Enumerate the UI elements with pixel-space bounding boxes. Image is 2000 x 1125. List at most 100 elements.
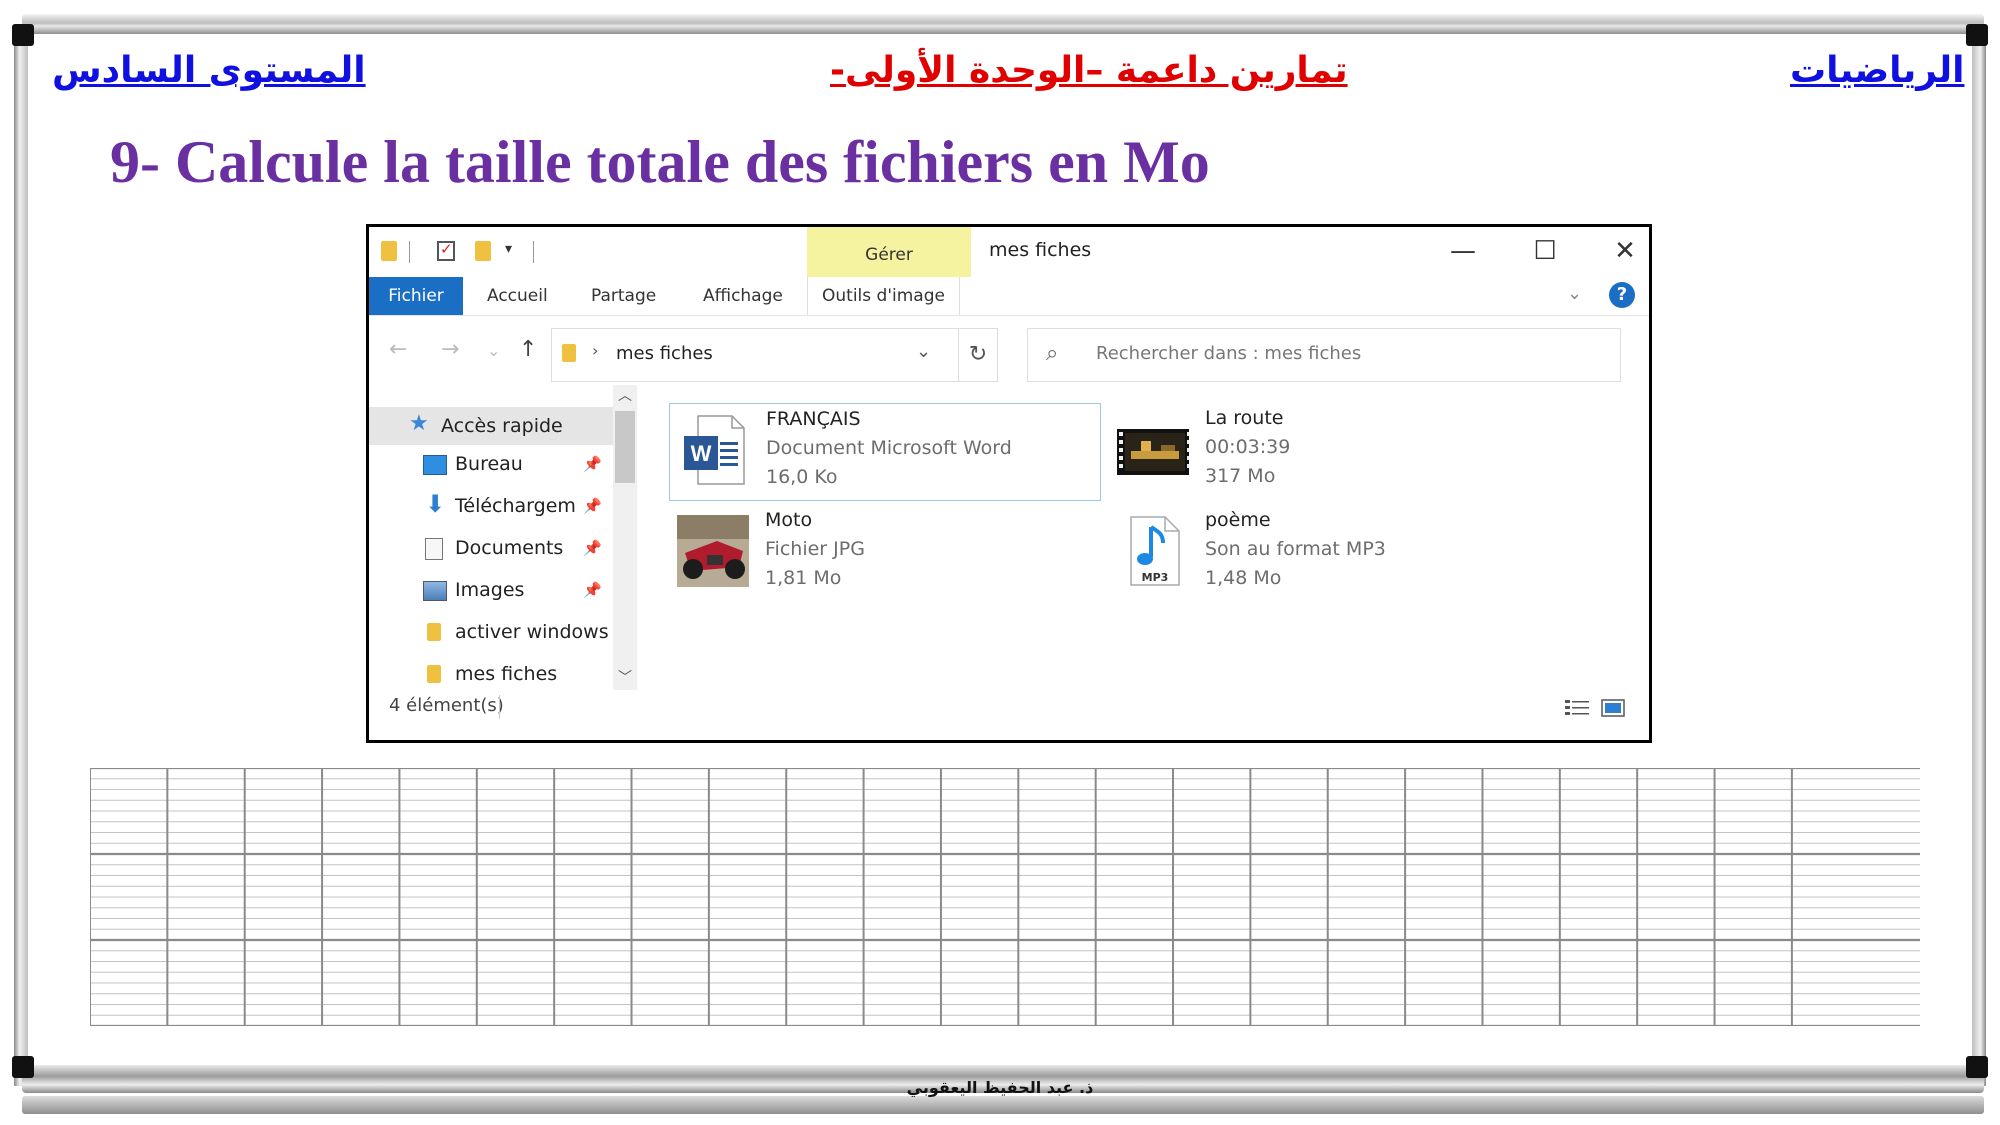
pin-icon[interactable]: 📌 (583, 571, 602, 609)
search-placeholder[interactable]: Rechercher dans : mes fiches (1096, 343, 1361, 364)
recent-locations-chevron-icon[interactable]: ⌄ (487, 341, 500, 360)
download-icon: ⬇ (425, 490, 446, 518)
address-dropdown-icon[interactable]: ⌄ (916, 341, 931, 362)
tab-picture-tools[interactable]: Outils d'image (807, 277, 960, 315)
navigation-scrollbar[interactable]: ︿ ﹀ (613, 385, 637, 690)
quick-access-separator (409, 241, 410, 263)
svg-text:MP3: MP3 (1142, 571, 1169, 584)
file-size: 1,81 Mo (765, 567, 842, 589)
nav-item-folder[interactable]: mes fiches (369, 655, 613, 691)
file-type: Son au format MP3 (1205, 538, 1386, 560)
nav-item-label: Téléchargem (455, 495, 576, 517)
quick-access-separator (533, 241, 534, 263)
help-icon[interactable]: ? (1609, 282, 1635, 308)
tab-manage-context[interactable]: Gérer (807, 227, 971, 277)
svg-text:W: W (691, 441, 712, 466)
title-bar: ▾ Gérer mes fiches — ☐ ✕ (369, 227, 1649, 277)
nav-item-label: Accès rapide (441, 415, 563, 437)
up-arrow-icon[interactable]: ↑ (519, 337, 537, 362)
frame-right-rail (1972, 26, 1986, 1086)
back-arrow-icon[interactable]: ← (389, 337, 407, 362)
address-bar[interactable]: › mes fiches ⌄ ↻ (551, 328, 998, 382)
tab-file[interactable]: Fichier (369, 277, 463, 315)
file-item-video[interactable]: La route 00:03:39 317 Mo (1109, 403, 1539, 499)
new-folder-icon[interactable] (475, 241, 491, 261)
folder-icon[interactable] (381, 241, 397, 261)
file-item-audio[interactable]: MP3 poème Son au format MP3 1,48 Mo (1109, 505, 1539, 601)
scroll-down-icon[interactable]: ﹀ (613, 667, 637, 687)
header-level: المستوى السادس (52, 50, 366, 91)
forward-arrow-icon[interactable]: → (441, 337, 459, 362)
pin-icon[interactable]: 📌 (583, 487, 602, 525)
nav-item-label: activer windows (455, 621, 609, 643)
nav-item-label: Bureau (455, 453, 523, 475)
pin-icon[interactable]: 📌 (583, 445, 602, 483)
frame-left-rail (14, 26, 28, 1086)
scroll-up-icon[interactable]: ︿ (613, 385, 637, 405)
file-size: 1,48 Mo (1205, 567, 1282, 589)
search-icon: ⌕ (1046, 341, 1059, 366)
nav-item-quick-access[interactable]: ★ Accès rapide (369, 407, 613, 445)
frame-top-rail (22, 14, 1984, 34)
frame-corner (1966, 24, 1988, 46)
nav-item-label: Images (455, 579, 525, 601)
folder-icon (427, 665, 441, 683)
file-type: Document Microsoft Word (766, 437, 1012, 459)
file-name: poème (1205, 509, 1271, 531)
file-duration: 00:03:39 (1205, 436, 1291, 458)
nav-item-desktop[interactable]: Bureau 📌 (369, 445, 613, 483)
maximize-button[interactable]: ☐ (1515, 231, 1575, 271)
header-unit: تمارين داعمة –الوحدة الأولى- (830, 50, 1348, 91)
search-box[interactable]: ⌕ Rechercher dans : mes fiches (1027, 328, 1621, 382)
ribbon: Fichier Accueil Partage Affichage Outils… (369, 277, 1649, 316)
file-size: 317 Mo (1205, 465, 1276, 487)
image-icon (423, 581, 447, 601)
nav-item-downloads[interactable]: ⬇ Téléchargem 📌 (369, 487, 613, 525)
breadcrumb-chevron-icon[interactable]: › (592, 341, 598, 360)
nav-item-documents[interactable]: Documents 📌 (369, 529, 613, 567)
document-icon (425, 538, 443, 560)
pin-icon[interactable]: 📌 (583, 529, 602, 567)
exercise-title: 9- Calcule la taille totale des fichiers… (110, 129, 1210, 195)
file-item-word[interactable]: W FRANÇAIS Document Microsoft Word 16,0 … (669, 403, 1101, 501)
item-count-status: 4 élément(s) (389, 695, 504, 716)
folder-icon (562, 344, 576, 362)
file-size: 16,0 Ko (766, 466, 838, 488)
star-icon: ★ (409, 411, 429, 436)
file-explorer-window: ▾ Gérer mes fiches — ☐ ✕ Fichier Accueil… (366, 224, 1652, 743)
navigation-pane: ★ Accès rapide Bureau 📌 ⬇ Téléchargem 📌 … (369, 385, 639, 691)
expand-ribbon-icon[interactable]: ⌄ (1567, 283, 1582, 304)
writing-grid[interactable] (90, 768, 1920, 1026)
author-signature: ذ. عبد الحفيظ اليعقوبي (906, 1078, 1094, 1097)
file-name: La route (1205, 407, 1284, 429)
nav-item-label: mes fiches (455, 663, 558, 685)
photo-thumbnail (677, 515, 749, 587)
word-icon: W (684, 415, 745, 485)
mp3-icon: MP3 (1130, 516, 1180, 586)
large-icons-view-icon[interactable] (1601, 699, 1625, 717)
video-thumbnail (1117, 429, 1189, 475)
frame-corner (12, 1056, 34, 1078)
folder-icon (427, 623, 441, 641)
nav-item-images[interactable]: Images 📌 (369, 571, 613, 609)
desktop-icon (423, 455, 447, 475)
close-button[interactable]: ✕ (1595, 231, 1655, 271)
status-separator (499, 695, 500, 719)
minimize-button[interactable]: — (1433, 231, 1493, 271)
file-name: Moto (765, 509, 813, 531)
frame-corner (1966, 1056, 1988, 1078)
tab-view[interactable]: Affichage (703, 277, 783, 315)
scrollbar-thumb[interactable] (615, 411, 635, 483)
tab-share[interactable]: Partage (591, 277, 656, 315)
frame-marker-tray (22, 1096, 1984, 1114)
details-view-icon[interactable] (1565, 699, 1589, 717)
customize-toolbar-icon[interactable]: ▾ (505, 241, 512, 257)
properties-icon[interactable] (437, 240, 455, 261)
breadcrumb[interactable]: mes fiches (616, 343, 713, 364)
refresh-icon[interactable]: ↻ (958, 329, 997, 381)
frame-corner (12, 24, 34, 46)
nav-item-label: Documents (455, 537, 564, 559)
file-item-image[interactable]: Moto Fichier JPG 1,81 Mo (669, 505, 1099, 601)
tab-home[interactable]: Accueil (487, 277, 548, 315)
nav-item-folder[interactable]: activer windows (369, 613, 613, 651)
